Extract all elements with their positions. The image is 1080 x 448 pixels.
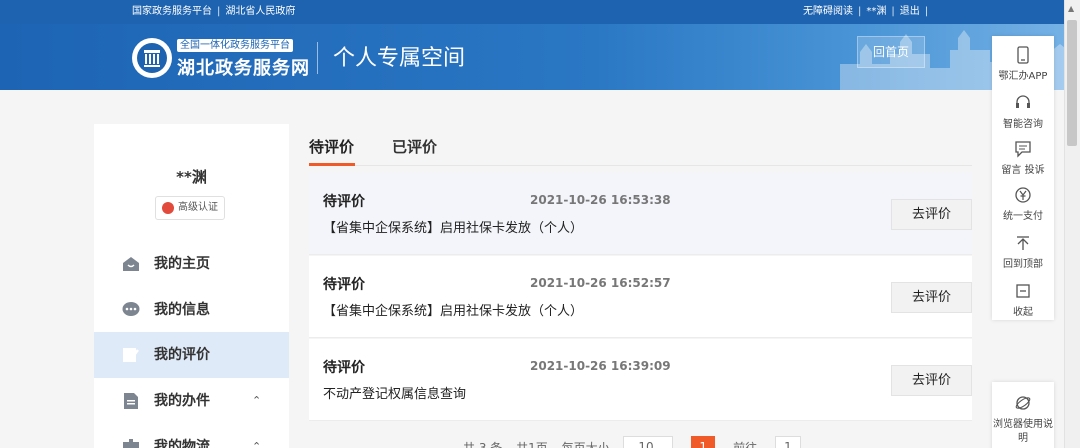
headset-icon — [1016, 95, 1030, 108]
tool-label: 收起 — [1013, 307, 1033, 318]
smart-consult-button[interactable]: 智能咨询 — [992, 88, 1054, 134]
tab-pending[interactable]: 待评价 — [309, 136, 354, 157]
sidebar-item-label: 我的物流 — [154, 439, 210, 448]
record-title: 不动产登记权属信息查询 — [323, 387, 467, 402]
ehuiban-app-button[interactable]: 鄂汇办APP — [992, 40, 1054, 86]
record-status: 待评价 — [323, 360, 365, 376]
page-title: 个人专属空间 — [333, 46, 466, 71]
logo-site-name[interactable]: 湖北政务服务网 — [177, 54, 310, 80]
back-to-top-icon — [1017, 236, 1029, 250]
top-right-links: 无障碍阅读 | **渊 | 退出 | — [803, 0, 933, 24]
chevron-up-icon[interactable]: ⌃ — [252, 378, 261, 424]
record-time: 2021-10-26 16:52:57 — [530, 276, 671, 290]
record-time: 2021-10-26 16:53:38 — [530, 193, 671, 207]
sidebar-item-label: 我的信息 — [154, 302, 210, 318]
message-complaint-button[interactable]: 留言 投诉 — [992, 134, 1054, 180]
link-username[interactable]: **渊 — [866, 6, 886, 17]
record-status: 待评价 — [323, 277, 365, 293]
tab-evaluated[interactable]: 已评价 — [392, 136, 437, 157]
sidebar-item-label: 我的评价 — [154, 347, 210, 363]
user-name: **渊 — [176, 168, 207, 186]
sidebar-item-cases[interactable]: 我的办件 ⌃ — [94, 378, 289, 424]
phone-icon — [1017, 46, 1029, 64]
auth-icon — [162, 202, 174, 214]
goto-page-input[interactable]: 1 — [774, 436, 801, 448]
back-to-top-button[interactable]: 回到顶部 — [992, 228, 1054, 274]
sidebar-item-evaluation[interactable]: 我的评价 — [94, 332, 289, 378]
logistics-icon — [123, 439, 139, 448]
browser-guide-button[interactable]: 浏览器使用说明 — [992, 382, 1054, 448]
hubei-logo[interactable] — [132, 38, 172, 78]
scroll-up-arrow-icon[interactable]: ▲ — [1068, 4, 1074, 13]
sidebar-item-logistics[interactable]: 我的物流 ⌃ — [94, 424, 289, 448]
link-hubei-government[interactable]: 湖北省人民政府 — [225, 6, 295, 17]
active-tab-indicator — [309, 163, 355, 166]
browser-icon — [1015, 396, 1031, 410]
header-banner: 全国一体化政务服务平台 湖北政务服务网 个人专属空间 回首页 — [0, 24, 1080, 90]
auth-badge-label: 高级认证 — [178, 202, 218, 213]
sidebar: **渊 高级认证 我的主页 我的信息 我的评价 我的办件 ⌃ 我的物流 ⌃ — [94, 124, 289, 448]
collapse-button[interactable]: 收起 — [992, 276, 1054, 322]
evaluate-button[interactable]: 去评价 — [891, 282, 972, 313]
auth-badge: 高级认证 — [155, 196, 225, 220]
home-icon — [123, 257, 139, 271]
tool-label: 智能咨询 — [1003, 119, 1043, 130]
back-home-button[interactable]: 回首页 — [857, 36, 925, 68]
comment-icon — [1015, 141, 1031, 158]
current-page-button[interactable]: 1 — [691, 436, 716, 448]
tool-label: 统一支付 — [1003, 211, 1043, 222]
evaluate-icon — [123, 348, 139, 362]
tool-label: 留言 投诉 — [1001, 165, 1045, 176]
separator: | — [891, 6, 895, 17]
link-accessibility[interactable]: 无障碍阅读 — [803, 6, 853, 17]
top-left-links: 国家政务服务平台 | 湖北省人民政府 — [132, 0, 295, 24]
scrollbar-thumb[interactable] — [1067, 20, 1077, 146]
evaluate-button[interactable]: 去评价 — [891, 365, 972, 396]
pager-total: 共 3 条 — [463, 440, 503, 448]
list-item: 待评价 2021-10-26 16:52:57 【省集中企保系统】启用社保卡发放… — [309, 256, 972, 338]
message-icon — [122, 302, 140, 316]
evaluate-button[interactable]: 去评价 — [891, 199, 972, 230]
evaluation-tabs: 待评价 已评价 — [309, 128, 972, 166]
tool-label: 回到顶部 — [1003, 259, 1043, 270]
logo-emblem-icon — [144, 50, 160, 67]
record-status: 待评价 — [323, 194, 365, 210]
separator: | — [217, 6, 221, 17]
collapse-icon — [1016, 284, 1030, 298]
sidebar-item-label: 我的主页 — [154, 256, 210, 272]
document-icon — [124, 393, 138, 409]
yuan-icon — [1015, 187, 1031, 203]
pager-goto-label: 前往 — [733, 440, 758, 448]
logo-tagline: 全国一体化政务服务平台 — [177, 39, 293, 52]
separator: | — [924, 6, 929, 17]
unified-payment-button[interactable]: 统一支付 — [992, 180, 1054, 226]
record-time: 2021-10-26 16:39:09 — [530, 359, 671, 373]
separator: | — [858, 6, 862, 17]
sidebar-item-info[interactable]: 我的信息 — [94, 287, 289, 333]
link-national-platform[interactable]: 国家政务服务平台 — [132, 6, 212, 17]
page-size-select[interactable]: 10 — [623, 436, 674, 448]
pagination: 共 3 条 共1页 每页大小 10 1 前往 1 — [463, 436, 801, 448]
list-item: 待评价 2021-10-26 16:39:09 不动产登记权属信息查询 去评价 — [309, 339, 972, 421]
record-title: 【省集中企保系统】启用社保卡发放（个人） — [323, 221, 584, 236]
pager-pages: 共1页 — [516, 440, 548, 448]
pager-size-label: 每页大小 — [561, 440, 610, 448]
floating-toolbar: 鄂汇办APP 智能咨询 留言 投诉 统一支付 回到顶部 收起 — [992, 36, 1054, 320]
divider — [317, 42, 318, 74]
tool-label: 鄂汇办APP — [998, 71, 1048, 82]
record-title: 【省集中企保系统】启用社保卡发放（个人） — [323, 304, 584, 319]
link-logout[interactable]: 退出 — [900, 6, 920, 17]
tool-label: 浏览器使用说明 — [993, 419, 1053, 444]
chevron-up-icon[interactable]: ⌃ — [252, 424, 261, 448]
list-item: 待评价 2021-10-26 16:53:38 【省集中企保系统】启用社保卡发放… — [309, 173, 972, 255]
sidebar-item-label: 我的办件 — [154, 393, 210, 409]
sidebar-item-home[interactable]: 我的主页 — [94, 241, 289, 287]
top-bar: 国家政务服务平台 | 湖北省人民政府 无障碍阅读 | **渊 | 退出 | — [0, 0, 1080, 24]
